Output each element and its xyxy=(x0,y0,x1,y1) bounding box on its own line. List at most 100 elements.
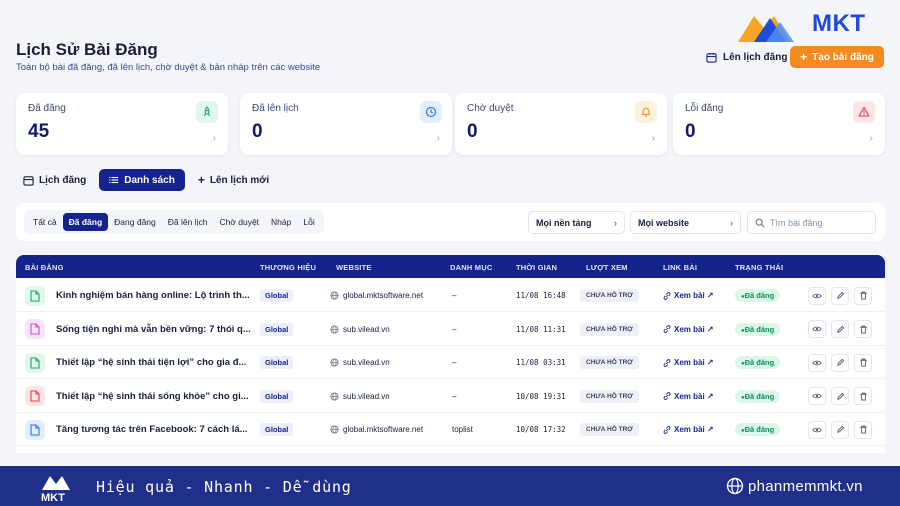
app-window: MKT Lịch Sử Bài Đăng Toàn bộ bài đã đăng… xyxy=(0,0,900,466)
brand-badge: Global xyxy=(260,423,294,436)
globe-icon xyxy=(330,291,339,300)
website-cell: global.mktsoftware.net xyxy=(330,279,423,312)
platform-select[interactable]: Mọi nền tảng › xyxy=(528,211,625,234)
post-cell: Tăng tương tác trên Facebook: 7 cách lá.… xyxy=(25,413,248,446)
filter-posting[interactable]: Đang đăng xyxy=(108,213,162,231)
plus-icon: + xyxy=(800,50,808,64)
post-title[interactable]: Thiết lập “hệ sinh thái sống khỏe” cho g… xyxy=(56,391,249,402)
view-post-label: Xem bài ↗ xyxy=(674,291,714,300)
views-badge: CHƯA HỖ TRỢ xyxy=(580,322,639,336)
trash-icon xyxy=(859,291,867,300)
table-row[interactable]: Thiết lập “hệ sinh thái sống khỏe” cho g… xyxy=(16,380,885,413)
filter-scheduled[interactable]: Đã lên lịch xyxy=(162,213,214,231)
delete-button[interactable] xyxy=(854,353,872,372)
table-row[interactable]: Sống tiện nghi mà vẫn bền vững: 7 thói q… xyxy=(16,313,885,346)
stat-value: 45 xyxy=(28,121,50,142)
document-icon xyxy=(25,352,45,373)
footer-tagline: Hiệu quả - Nhanh - Dễ dùng xyxy=(96,478,352,496)
stat-card-failed[interactable]: Lỗi đăng 0 › xyxy=(673,93,885,155)
column-header: DANH MỤC xyxy=(450,263,493,272)
table-row[interactable]: Tăng tương tác trên Facebook: 7 cách lá.… xyxy=(16,413,885,446)
filter-pending[interactable]: Chờ duyệt xyxy=(213,213,265,231)
filter-error[interactable]: Lỗi xyxy=(297,213,320,231)
tab-label: Lên lịch mới xyxy=(209,174,270,186)
stat-card-posted[interactable]: Đã đăng 45 › xyxy=(16,93,228,155)
table-row[interactable]: Thiết lập “hệ sinh thái tiện lợi” cho gi… xyxy=(16,346,885,379)
view-post-link[interactable]: Xem bài ↗ xyxy=(663,279,714,312)
status-label: Đã đăng xyxy=(744,358,775,367)
filter-all[interactable]: Tất cả xyxy=(27,213,63,231)
column-header: WEBSITE xyxy=(336,263,372,272)
column-header: LINK BÀI xyxy=(663,263,698,272)
edit-button[interactable] xyxy=(831,387,849,405)
status-label: Đã đăng xyxy=(744,291,775,300)
edit-button[interactable] xyxy=(831,420,849,439)
view-post-link[interactable]: Xem bài ↗ xyxy=(663,380,714,413)
post-title[interactable]: Tăng tương tác trên Facebook: 7 cách lá.… xyxy=(56,424,248,435)
view-button[interactable] xyxy=(808,286,826,305)
trash-icon xyxy=(859,392,867,401)
filter-bar: Tất cả Đã đăng Đang đăng Đã lên lịch Chờ… xyxy=(16,203,885,241)
chevron-right-icon: › xyxy=(730,217,733,228)
time-value: 10/08 19:31 xyxy=(516,391,566,401)
row-actions xyxy=(808,313,872,346)
search-input[interactable] xyxy=(770,217,860,228)
column-header: LƯỢT XEM xyxy=(586,263,628,272)
view-post-link[interactable]: Xem bài ↗ xyxy=(663,346,714,379)
category-value: – xyxy=(452,324,457,334)
status-cell: ●Đã đăng xyxy=(735,279,781,312)
time-value: 11/08 03:31 xyxy=(516,358,566,367)
tab-calendar[interactable]: Lịch đăng xyxy=(16,169,93,191)
view-post-link[interactable]: Xem bài ↗ xyxy=(663,313,714,346)
edit-button[interactable] xyxy=(831,353,849,372)
views-cell: CHƯA HỖ TRỢ xyxy=(580,346,639,379)
edit-button[interactable] xyxy=(831,320,849,338)
views-badge: CHƯA HỖ TRỢ xyxy=(580,389,639,403)
brand-cell: Global xyxy=(260,413,294,446)
brand-cell: Global xyxy=(260,380,294,413)
status-badge: ●Đã đăng xyxy=(735,356,781,369)
stat-label: Đã đăng xyxy=(28,103,66,114)
status-label: Đã đăng xyxy=(744,425,775,434)
post-title[interactable]: Kinh nghiệm bán hàng online: Lộ trình th… xyxy=(56,290,250,301)
page-title: Lịch Sử Bài Đăng xyxy=(16,40,158,59)
delete-button[interactable] xyxy=(854,387,872,405)
bell-icon xyxy=(635,101,657,123)
calendar-icon xyxy=(23,175,34,186)
website-select[interactable]: Mọi website › xyxy=(630,211,741,234)
views-badge: CHƯA HỖ TRỢ xyxy=(580,423,639,436)
post-cell: Thiết lập “hệ sinh thái tiện lợi” cho gi… xyxy=(25,346,246,379)
schedule-button[interactable]: Lên lịch đăng xyxy=(698,46,795,68)
filter-draft[interactable]: Nháp xyxy=(265,213,297,231)
view-button[interactable] xyxy=(808,420,826,439)
tab-new-schedule[interactable]: + Lên lịch mới xyxy=(191,169,276,191)
filter-posted[interactable]: Đã đăng xyxy=(62,213,109,231)
row-actions xyxy=(808,346,872,379)
stat-card-scheduled[interactable]: Đã lên lịch 0 › xyxy=(240,93,452,155)
view-button[interactable] xyxy=(808,320,826,338)
globe-icon xyxy=(330,358,339,367)
plus-icon: + xyxy=(197,173,205,187)
create-post-button[interactable]: + Tạo bài đăng xyxy=(790,46,884,68)
post-title[interactable]: Thiết lập “hệ sinh thái tiện lợi” cho gi… xyxy=(56,357,246,368)
delete-button[interactable] xyxy=(854,286,872,305)
stat-value: 0 xyxy=(685,121,696,142)
stat-card-pending[interactable]: Chờ duyệt 0 › xyxy=(455,93,667,155)
column-header: TRẠNG THÁI xyxy=(735,263,784,272)
page-subtitle: Toàn bộ bài đã đăng, đã lên lịch, chờ du… xyxy=(16,62,321,73)
column-header: THỜI GIAN xyxy=(516,263,558,272)
table-row[interactable]: Kinh nghiệm bán hàng online: Lộ trình th… xyxy=(16,279,885,312)
eye-icon xyxy=(812,427,822,432)
view-button[interactable] xyxy=(808,387,826,405)
delete-button[interactable] xyxy=(854,320,872,338)
view-post-link[interactable]: Xem bài ↗ xyxy=(663,413,714,446)
tab-list[interactable]: Danh sách xyxy=(99,169,185,191)
document-icon xyxy=(25,419,45,440)
category-value: – xyxy=(452,391,457,401)
post-title[interactable]: Sống tiện nghi mà vẫn bền vững: 7 thói q… xyxy=(56,324,251,335)
view-button[interactable] xyxy=(808,353,826,372)
post-cell: Kinh nghiệm bán hàng online: Lộ trình th… xyxy=(25,279,250,312)
column-header: THƯƠNG HIỆU xyxy=(260,263,317,272)
delete-button[interactable] xyxy=(854,420,872,439)
edit-button[interactable] xyxy=(831,286,849,305)
